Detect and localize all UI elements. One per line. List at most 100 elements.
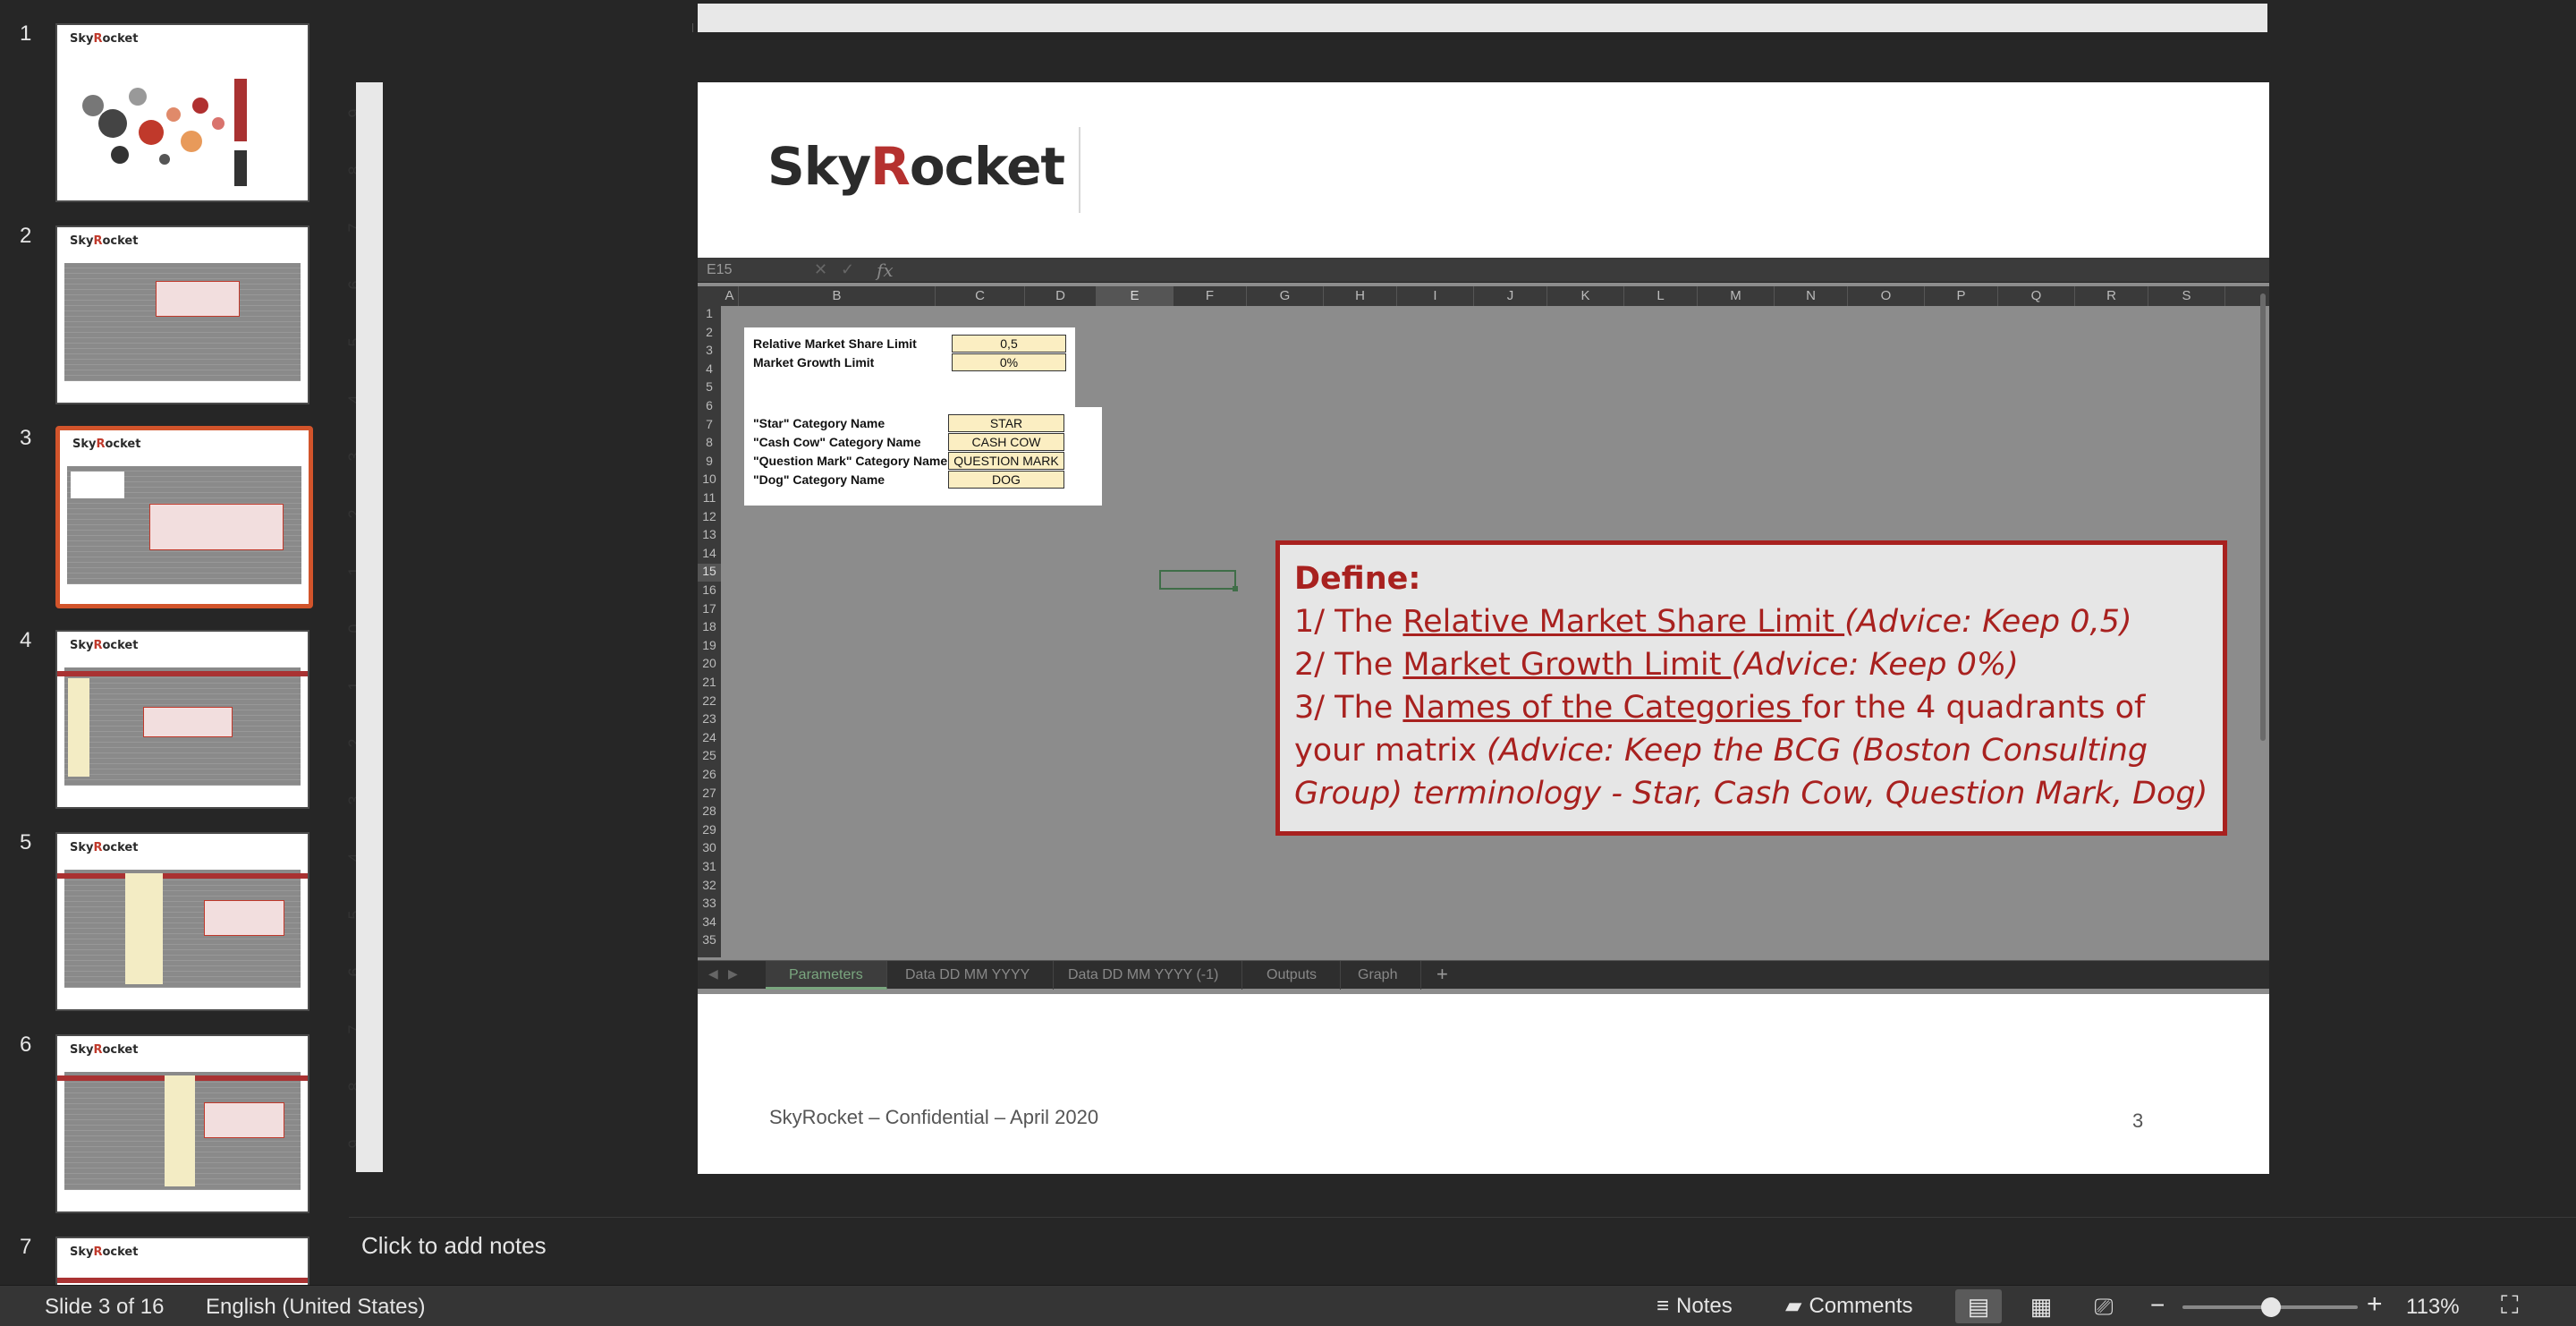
row-header: 1: [706, 306, 713, 320]
vertical-ruler-strip: [356, 82, 383, 1172]
row-header: 31: [702, 859, 716, 873]
comments-button[interactable]: ▰ Comments: [1785, 1291, 1913, 1322]
embedded-excel-screenshot: E15 ✕ ✓ fx ABCDEFGHIJKLMNOPQRS 123456789…: [698, 258, 2269, 994]
row-header: 30: [702, 840, 716, 855]
thumbnail-logo: SkyRocket: [70, 841, 139, 854]
zoom-level[interactable]: 113%: [2406, 1295, 2460, 1320]
column-header: P: [1925, 286, 1998, 306]
cow-value-cell: CASH COW: [948, 433, 1064, 451]
zoom-out-button[interactable]: −: [2150, 1291, 2165, 1320]
column-header: J: [1474, 286, 1547, 306]
column-header: C: [936, 286, 1025, 306]
zoom-in-button[interactable]: +: [2367, 1289, 2383, 1320]
presenter-icon: ⎚: [2094, 1293, 2114, 1320]
column-headers: ABCDEFGHIJKLMNOPQRS: [698, 286, 2269, 306]
row-header: 10: [702, 472, 716, 487]
column-header: D: [1025, 286, 1097, 306]
row-header: 18: [702, 619, 716, 634]
row-header: 22: [702, 693, 716, 708]
sheet-tab-parameters: Parameters: [766, 961, 887, 990]
qm-label: "Question Mark" Category Name: [753, 454, 948, 468]
slideshow-button[interactable]: ⎚: [2080, 1289, 2127, 1323]
slide-canvas[interactable]: SkyRocket E15 ✕ ✓ fx ABCDEFGHIJKLMNOPQRS…: [698, 82, 2269, 1174]
tab-next-icon: ▶: [728, 966, 738, 981]
thumbnail-number: 6: [20, 1033, 32, 1057]
row-header: 27: [702, 785, 716, 800]
column-header: L: [1624, 286, 1698, 306]
qm-value-cell: QUESTION MARK: [948, 452, 1064, 470]
callout-line-3: 3/ The Names of the Categories for the 4…: [1294, 690, 2208, 812]
star-label: "Star" Category Name: [753, 416, 886, 430]
fit-to-window-icon[interactable]: ⛶: [2501, 1291, 2519, 1321]
sheet-scrollbar: [2260, 293, 2266, 741]
language-indicator[interactable]: English (United States): [206, 1295, 425, 1320]
zoom-slider-thumb[interactable]: [2261, 1297, 2281, 1317]
grid-view-icon: ▦: [2029, 1293, 2053, 1320]
status-bar: Slide 3 of 16 English (United States) ≡ N…: [0, 1285, 2576, 1326]
sheet-tab-outputs: Outputs: [1243, 961, 1342, 990]
slide-thumbnail-panel: 1 SkyRocket 2 SkyRocket 3 SkyRocket 4 Sk…: [0, 0, 349, 1285]
slide-sorter-button[interactable]: ▦: [2018, 1289, 2064, 1323]
notes-pane[interactable]: Click to add notes: [349, 1217, 2576, 1285]
sheet-tab-bar: ◀ ▶ Parameters Data DD MM YYYY Data DD M…: [698, 960, 2269, 990]
selected-cell: [1159, 570, 1236, 590]
slide-thumbnail-2[interactable]: SkyRocket: [55, 225, 309, 404]
row-header: 35: [702, 932, 716, 948]
callout-line-2: 2/ The Market Growth Limit (Advice: Keep…: [1294, 647, 2019, 683]
normal-view-button[interactable]: ▤: [1955, 1289, 2002, 1323]
row-header: 33: [702, 896, 716, 911]
column-header: M: [1698, 286, 1775, 306]
row-header: 8: [706, 435, 713, 450]
fill-handle: [1233, 586, 1238, 591]
slide-thumbnail-5[interactable]: SkyRocket: [55, 832, 309, 1011]
bubble-chart-thumbnail: [82, 79, 247, 186]
cancel-formula-icon: ✕: [814, 260, 828, 278]
thumbnail-number: 5: [20, 830, 32, 854]
sheet-grid: Relative Market Share Limit 0,5 Market G…: [721, 306, 2254, 957]
thumbnail-callout: [204, 1102, 284, 1138]
slide-thumbnail-3[interactable]: SkyRocket: [55, 426, 313, 608]
notes-button[interactable]: ≡ Notes: [1657, 1291, 1733, 1322]
add-sheet-icon: +: [1436, 963, 1448, 985]
row-header: 17: [702, 600, 716, 616]
thumbnail-number: 2: [20, 224, 32, 248]
row-header: 34: [702, 914, 716, 929]
fx-icon: fx: [877, 259, 894, 281]
rms-value-cell: 0,5: [952, 335, 1066, 353]
row-header: 28: [702, 803, 716, 819]
parameter-table-categories: "Star" Category Name STAR "Cash Cow" Cat…: [744, 407, 1102, 506]
slide-thumbnail-4[interactable]: SkyRocket: [55, 630, 309, 809]
slide-thumbnail-1[interactable]: SkyRocket: [55, 23, 309, 202]
slide-thumbnail-7[interactable]: SkyRocket: [55, 1237, 309, 1285]
row-header: 2: [706, 324, 713, 339]
row-header: 23: [702, 711, 716, 727]
row-header: 4: [706, 361, 713, 376]
row-header: 6: [706, 398, 713, 412]
thumbnail-logo: SkyRocket: [72, 438, 141, 451]
sheet-tab-graph: Graph: [1335, 961, 1422, 990]
column-header: A: [721, 286, 739, 306]
dog-value-cell: DOG: [948, 471, 1064, 489]
notes-placeholder[interactable]: Click to add notes: [361, 1232, 547, 1260]
thumbnail-number: 7: [20, 1235, 32, 1259]
row-headers: 1 2 3 4 5 6 7 8 9 10 11 12 13 14 15 16 17 18 19 20 21 22 23 24 2…: [698, 306, 721, 957]
slide-thumbnail-6[interactable]: SkyRocket: [55, 1034, 309, 1213]
thumbnail-logo: SkyRocket: [70, 1245, 139, 1259]
formula-bar: E15 ✕ ✓ fx: [698, 258, 2269, 283]
column-header: Q: [1998, 286, 2075, 306]
row-header: 16: [702, 582, 716, 597]
row-header: 3: [706, 343, 713, 358]
comment-icon: ▰: [1785, 1294, 1802, 1318]
sheet-tab-data-prev: Data DD MM YYYY (-1): [1045, 961, 1243, 990]
column-header: E: [1097, 286, 1174, 306]
sheet-tab-data: Data DD MM YYYY: [882, 961, 1055, 990]
column-header: B: [739, 286, 936, 306]
row-header: 20: [702, 656, 716, 671]
thumbnail-callout: [156, 281, 240, 317]
row-header: 21: [702, 675, 716, 689]
slide-counter: Slide 3 of 16: [45, 1295, 165, 1319]
row-header: 26: [702, 767, 716, 781]
tab-prev-icon: ◀: [708, 966, 718, 981]
row-header: 29: [702, 821, 716, 837]
confirm-formula-icon: ✓: [841, 260, 855, 278]
